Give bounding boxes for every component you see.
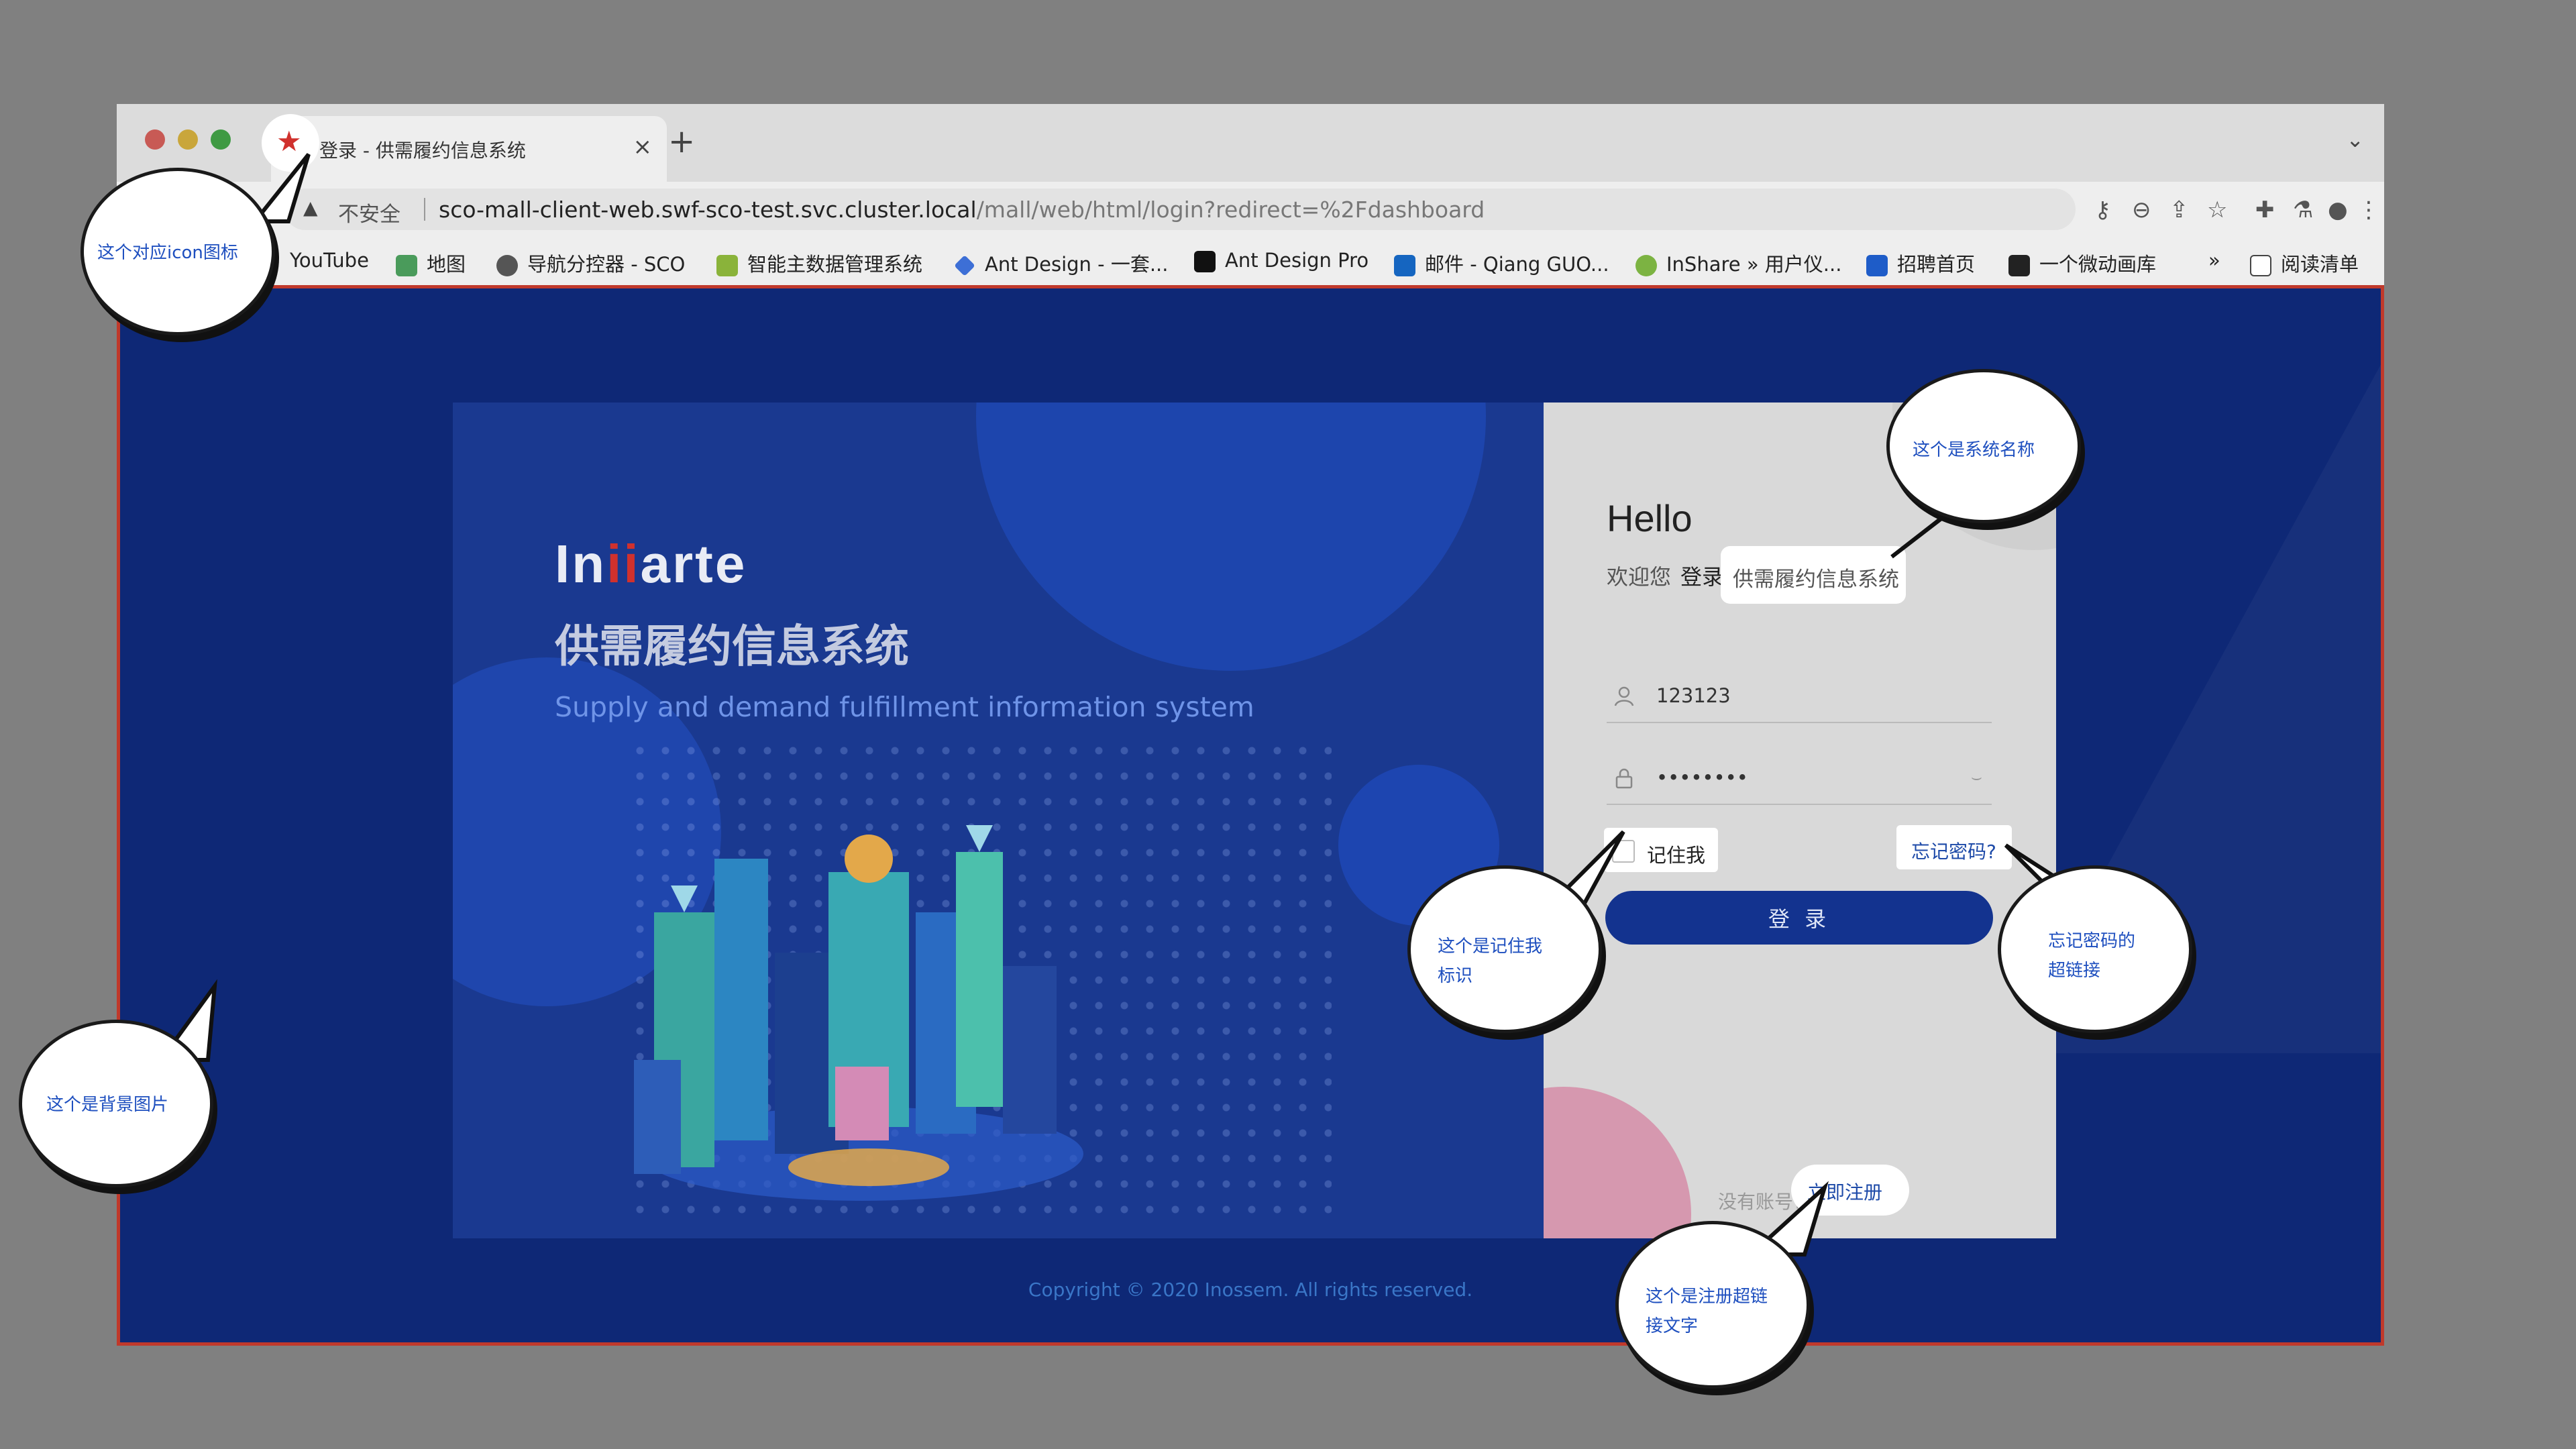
forgot-note-line2: 超链接 [2048, 961, 2101, 981]
bookmarks-overflow-button[interactable]: » [2208, 249, 2220, 272]
address-separator [424, 198, 425, 221]
bookmark-item[interactable]: 邮件 - Qiang GUO... [1394, 249, 1609, 277]
bookmarks-bar: YouTube 地图 导航分控器 - SCO 智能主数据管理系统 Ant Des… [117, 237, 2384, 285]
profile-icon[interactable]: ● [2328, 197, 2348, 223]
bookmark-item[interactable]: InShare » 用户仪... [1635, 249, 1841, 277]
tab-title: 登录 - 供需履约信息系统 [319, 140, 526, 162]
system-title: 供需履约信息系统 [555, 621, 909, 672]
login-card: Iniiarte 供需履约信息系统 Supply and demand fulf… [453, 402, 2056, 1238]
welcome-text: 欢迎您 登录 [1607, 564, 1724, 590]
reading-list[interactable]: 阅读清单 [2250, 249, 2359, 277]
remember-me-callout: 这个是记住我 标识 [1407, 865, 1602, 1033]
ant-design-icon [954, 255, 975, 276]
close-window-button[interactable] [145, 129, 165, 150]
key-icon[interactable]: ⚷ [2094, 197, 2111, 223]
url-path: /mall/web/html/login?redirect=%2Fdashboa… [976, 197, 1485, 223]
share-icon[interactable]: ⇪ [2169, 197, 2189, 223]
inshare-icon [1635, 255, 1657, 276]
login-button[interactable]: 登 录 [1605, 891, 1993, 945]
decor-circle [976, 402, 1486, 671]
minimize-window-button[interactable] [178, 129, 198, 150]
zoom-icon[interactable]: ⊖ [2132, 197, 2151, 223]
system-name-note: 这个是系统名称 [1913, 440, 2035, 460]
browser-window: 登录 - 供需履约信息系统 × + ⌄ ▲ 不安全 sco-mall-clien… [117, 104, 2384, 1346]
bookmark-item[interactable]: Ant Design - 一套... [954, 249, 1169, 277]
password-input[interactable] [1656, 762, 1951, 793]
forgot-password-link[interactable]: 忘记密码? [1896, 825, 2012, 869]
favicon-note: 这个对应icon图标 [97, 243, 238, 263]
security-label[interactable]: 不安全 [338, 197, 400, 227]
bookmark-item[interactable]: 招聘首页 [1866, 249, 1975, 277]
bookmark-item[interactable]: YouTube [290, 249, 369, 272]
system-name-callout: 这个是系统名称 [1886, 369, 2081, 523]
background-note: 这个是背景图片 [46, 1095, 169, 1115]
bookmark-item[interactable]: 一个微动画库 [2008, 249, 2156, 277]
toggle-password-icon[interactable]: ⌣ [1971, 767, 1982, 788]
bookmark-star-icon[interactable]: ☆ [2207, 197, 2227, 223]
bookmark-item[interactable]: 智能主数据管理系统 [716, 249, 922, 277]
lab-icon[interactable]: ⚗ [2293, 197, 2313, 223]
bookmark-item[interactable]: 地图 [396, 249, 466, 277]
forgot-password-callout: 忘记密码的 超链接 [1998, 865, 2192, 1033]
forgot-note-line1: 忘记密码的 [2048, 931, 2136, 951]
remember-me-label: 记住我 [1647, 844, 1706, 867]
user-icon [1614, 686, 1634, 706]
remember-note-line2: 标识 [1438, 966, 1473, 986]
copyright-text: Copyright © 2020 Inossem. All rights res… [1028, 1279, 1473, 1301]
bookmark-item[interactable]: 导航分控器 - SCO [496, 249, 685, 277]
maximize-window-button[interactable] [211, 129, 231, 150]
url-host: sco-mall-client-web.swf-sco-test.svc.clu… [439, 197, 977, 223]
leaf-icon [716, 255, 738, 276]
system-subtitle: Supply and demand fulfillment informatio… [555, 691, 1254, 723]
tab-search-icon[interactable]: ⌄ [2346, 127, 2364, 152]
reading-list-icon [2250, 255, 2271, 276]
company-logo: Iniiarte [555, 534, 747, 594]
browser-toolbar: ▲ 不安全 sco-mall-client-web.swf-sco-test.s… [117, 182, 2384, 237]
register-note-line2: 接文字 [1646, 1316, 1699, 1336]
tab-close-icon[interactable]: × [633, 133, 653, 160]
register-callout: 这个是注册超链 接文字 [1615, 1221, 1810, 1389]
background-callout: 这个是背景图片 [19, 1020, 213, 1187]
password-field[interactable]: ⌣ [1607, 753, 1992, 805]
bookmark-item[interactable]: Ant Design Pro [1194, 249, 1368, 272]
register-note-line1: 这个是注册超链 [1646, 1287, 1768, 1307]
lock-icon [1615, 768, 1633, 789]
globe-icon [496, 255, 518, 276]
address-bar[interactable]: ▲ 不安全 sco-mall-client-web.swf-sco-test.s… [284, 189, 2076, 230]
forgot-password-label: 忘记密码? [1911, 841, 1996, 863]
title-bar: 登录 - 供需履约信息系统 × + ⌄ [117, 104, 2384, 182]
animation-lib-icon [2008, 255, 2030, 276]
menu-icon[interactable]: ⋮ [2357, 197, 2380, 223]
banner-panel: Iniiarte 供需履约信息系统 Supply and demand fulf… [453, 402, 1544, 1238]
new-tab-icon[interactable]: + [668, 123, 695, 160]
outlook-icon [1394, 255, 1415, 276]
decor-circle [1544, 1087, 1691, 1238]
tab-login[interactable]: 登录 - 供需履约信息系统 × [271, 116, 667, 182]
city-illustration [634, 825, 1083, 1201]
pro-icon [1194, 251, 1216, 272]
greeting-title: Hello [1607, 497, 1693, 539]
recruit-icon [1866, 255, 1888, 276]
map-icon [396, 255, 417, 276]
extensions-icon[interactable]: ✚ [2255, 197, 2275, 223]
url-text[interactable]: sco-mall-client-web.swf-sco-test.svc.clu… [439, 197, 1485, 223]
username-input[interactable] [1656, 680, 1951, 711]
username-field[interactable] [1607, 671, 1992, 723]
remember-note-line1: 这个是记住我 [1438, 936, 1543, 957]
favicon-callout: 这个对应icon图标 [80, 168, 275, 335]
